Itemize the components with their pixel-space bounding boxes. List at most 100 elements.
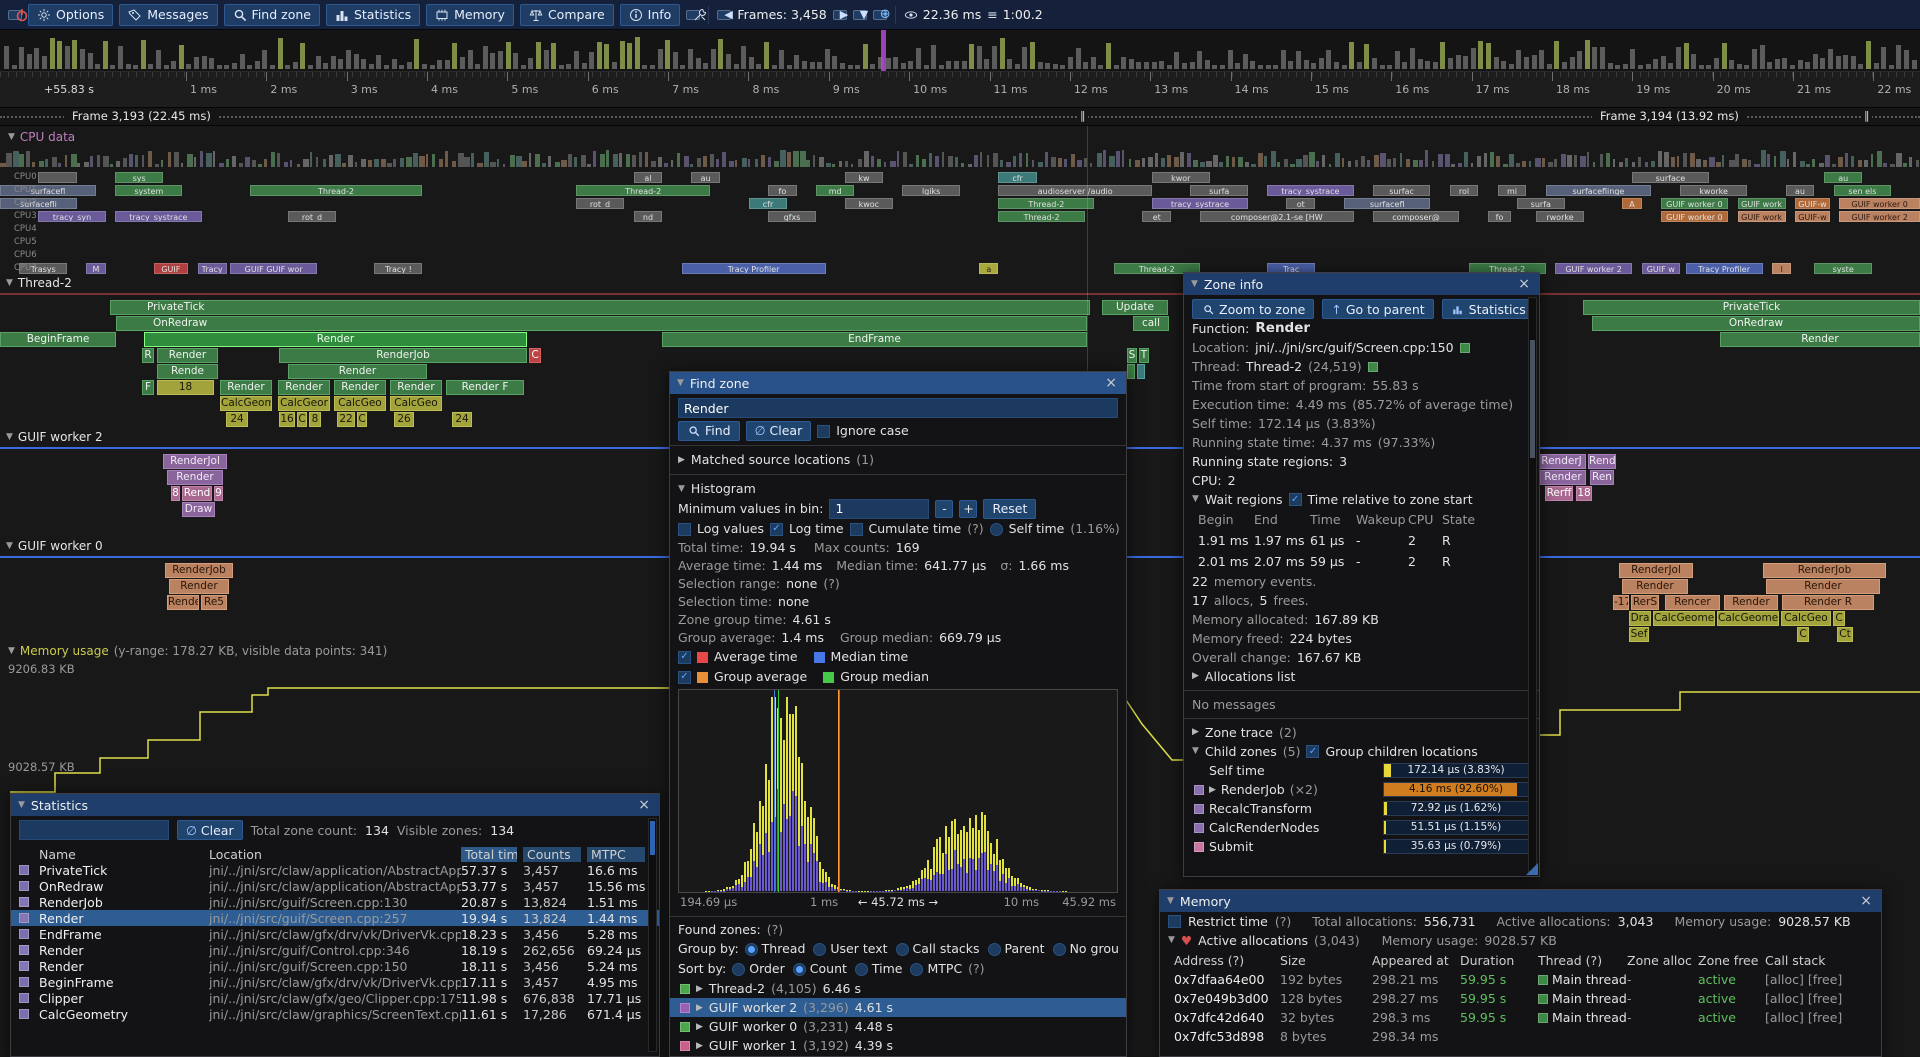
timeline-zone[interactable]: Rend	[182, 486, 212, 501]
options-button[interactable]: Options	[28, 4, 113, 26]
restrict-time-checkbox[interactable]: ✓	[1168, 915, 1181, 928]
expand-icon[interactable]: ▶	[1192, 667, 1199, 686]
timeline-zone[interactable]: Render	[288, 364, 427, 379]
bin-increase-button[interactable]: +	[959, 500, 977, 518]
go-to-parent-button[interactable]: ↑Go to parent	[1322, 299, 1433, 319]
location-value[interactable]: jni/../jni/src/guif/Screen.cpp:150	[1255, 338, 1453, 357]
timeline-zone[interactable]: 18	[1576, 486, 1592, 501]
scrollbar-thumb[interactable]	[1530, 340, 1535, 458]
self-time-toggle[interactable]	[990, 523, 1003, 536]
col-name[interactable]: Name	[39, 847, 209, 862]
timeline-zone[interactable]: 8	[171, 486, 180, 501]
timeline-zone[interactable]: 24	[452, 412, 472, 427]
found-zone-row[interactable]: ▶Thread-2(4,105)6.46 s	[670, 979, 1126, 998]
allocation-row[interactable]: 0x7dfc53d8988 bytes298.34 ms	[1160, 1027, 1881, 1046]
timeline-zone[interactable]: Rende	[157, 364, 218, 379]
timeline-zone[interactable]: F	[142, 380, 154, 395]
timeline-zone[interactable]: BeginFrame	[0, 332, 116, 347]
zone-info-titlebar[interactable]: ▼ Zone info ×	[1184, 273, 1539, 295]
timeline-zone[interactable]: C	[297, 412, 307, 427]
zone-info-scrollbar[interactable]	[1528, 297, 1537, 872]
statistics-titlebar[interactable]: ▼ Statistics ×	[11, 794, 659, 816]
bin-decrease-button[interactable]: -	[935, 500, 953, 518]
allocation-row[interactable]: 0x7dfc42d64032 bytes298.3 ms59.95 sMain …	[1160, 1008, 1881, 1027]
timeline-zone[interactable]: Render	[1540, 470, 1586, 485]
memory-titlebar[interactable]: ▼ Memory ×	[1160, 890, 1881, 912]
timeline-zone[interactable]: CalcGeo	[390, 396, 442, 411]
thread-value[interactable]: Thread-2	[1246, 357, 1302, 376]
found-zone-row[interactable]: ▶GUIF worker 1(3,192)4.39 s	[670, 1036, 1126, 1055]
legend-checkbox[interactable]: ✓	[678, 651, 691, 664]
timeline-zone[interactable]: CalcGeor	[278, 396, 330, 411]
statistics-button[interactable]: Statistics	[326, 4, 420, 26]
timeline-zone[interactable]: CalcGeo	[334, 396, 386, 411]
timeline-zone[interactable]: RenderJ	[1537, 454, 1586, 469]
timeline-zone[interactable]: Render	[144, 332, 527, 347]
compare-button[interactable]: Compare	[520, 4, 614, 26]
messages-button[interactable]: Messages	[119, 4, 217, 26]
scrollbar-thumb[interactable]	[650, 821, 655, 855]
radio-option-group[interactable]: Call stacks	[896, 939, 980, 959]
collapse-triangle-icon[interactable]: ▼	[1168, 931, 1175, 950]
radio-option-group[interactable]: Thread	[745, 939, 806, 959]
close-icon[interactable]: ×	[1516, 277, 1532, 291]
timeline-zone[interactable]: Ren	[1590, 470, 1614, 485]
collapse-triangle-icon[interactable]: ▼	[8, 132, 15, 142]
child-zone-row[interactable]: CalcRenderNodes51.51 µs (1.15%)	[1184, 818, 1539, 837]
stats-scrollbar[interactable]	[648, 818, 657, 1052]
collapse-triangle-icon[interactable]: ▼	[8, 646, 15, 656]
timeline-zone[interactable]: RenderJol	[1619, 563, 1693, 578]
reset-button[interactable]: Reset	[983, 499, 1036, 519]
timeline-zone[interactable]: C	[357, 412, 367, 427]
min-bin-input[interactable]: 1	[829, 499, 929, 519]
stats-row[interactable]: Clipperjni/../jni/src/claw/gfx/geo/Clipp…	[11, 990, 659, 1006]
find-zone-button[interactable]: Find zone	[224, 4, 320, 26]
timeline-zone[interactable]: Render	[157, 348, 218, 363]
filter-zones-input[interactable]	[19, 820, 169, 840]
callstack-free-link[interactable]: [free]	[1808, 972, 1842, 987]
prev-frame-button[interactable]: ◀	[717, 10, 731, 20]
group-children-checkbox[interactable]: ✓	[1306, 745, 1319, 758]
timeline-zone[interactable]: Render	[334, 380, 386, 395]
timeline-zone[interactable]: C	[529, 348, 541, 363]
timeline-zone[interactable]: 9	[214, 486, 223, 501]
timeline-zone[interactable]: Render	[390, 380, 442, 395]
expand-icon[interactable]: ▶	[678, 450, 685, 470]
radio-option-group[interactable]: User text	[813, 939, 887, 959]
collapse-triangle-icon[interactable]: ▼	[6, 432, 13, 442]
callstack-alloc-link[interactable]: [alloc]	[1765, 991, 1804, 1006]
timeline-zone[interactable]: RenderJol	[163, 454, 227, 469]
timeline-zone[interactable]: 8	[309, 412, 321, 427]
child-zone-row[interactable]: Self time172.14 µs (3.83%)	[1184, 761, 1539, 780]
timeline-zone[interactable]: 22	[337, 412, 355, 427]
col-total-time[interactable]: Total time	[461, 847, 517, 862]
collapse-triangle-icon[interactable]: ▼	[1192, 490, 1199, 509]
stats-row[interactable]: OnRedrawjni/../jni/src/claw/application/…	[11, 878, 659, 894]
stats-row[interactable]: CalcGeometryjni/../jni/src/claw/graphics…	[11, 1006, 659, 1022]
locate-frame-button[interactable]: ⊕	[873, 10, 887, 20]
allocation-row[interactable]: 0x7e049b3d00128 bytes298.27 ms59.95 sMai…	[1160, 989, 1881, 1008]
cpu-data-header[interactable]: ▼ CPU data	[8, 130, 75, 144]
timeline-zone[interactable]: CalcGeome	[220, 396, 272, 411]
expand-icon[interactable]: ▶	[1192, 723, 1199, 742]
collapse-triangle-icon[interactable]: ▼	[6, 278, 13, 288]
close-icon[interactable]: ×	[1103, 376, 1119, 390]
timeline-zone[interactable]: Render	[1622, 579, 1688, 594]
radio-option-group[interactable]: No grouping	[1053, 939, 1118, 959]
collapse-icon[interactable]: ▼	[18, 800, 25, 810]
stats-row[interactable]: EndFramejni/../jni/src/claw/gfx/drv/vk/D…	[11, 926, 659, 942]
child-zone-row[interactable]: RecalcTransform72.92 µs (1.62%)	[1184, 799, 1539, 818]
allocations-list-toggle[interactable]: ▶Allocations list	[1184, 667, 1539, 686]
memory-usage-header[interactable]: ▼ Memory usage (y-range: 178.27 KB, visi…	[8, 644, 387, 658]
timeline-zone[interactable]: 18	[157, 380, 214, 395]
timeline-zone[interactable]: 16	[279, 412, 295, 427]
power-button[interactable]	[8, 10, 22, 20]
radio-option-group[interactable]: Parent	[988, 939, 1045, 959]
matched-source-locations[interactable]: ▶ Matched source locations (1)	[670, 450, 1126, 470]
timeline-zone[interactable]: 26	[394, 412, 414, 427]
timeline-zone[interactable]: Render	[220, 380, 272, 395]
timeline-zone[interactable]: PrivateTick	[1583, 300, 1920, 315]
close-icon[interactable]: ×	[636, 798, 652, 812]
frame-dropdown-button[interactable]: ▼	[853, 10, 867, 20]
timeline-zone[interactable]: -17	[1613, 595, 1629, 610]
